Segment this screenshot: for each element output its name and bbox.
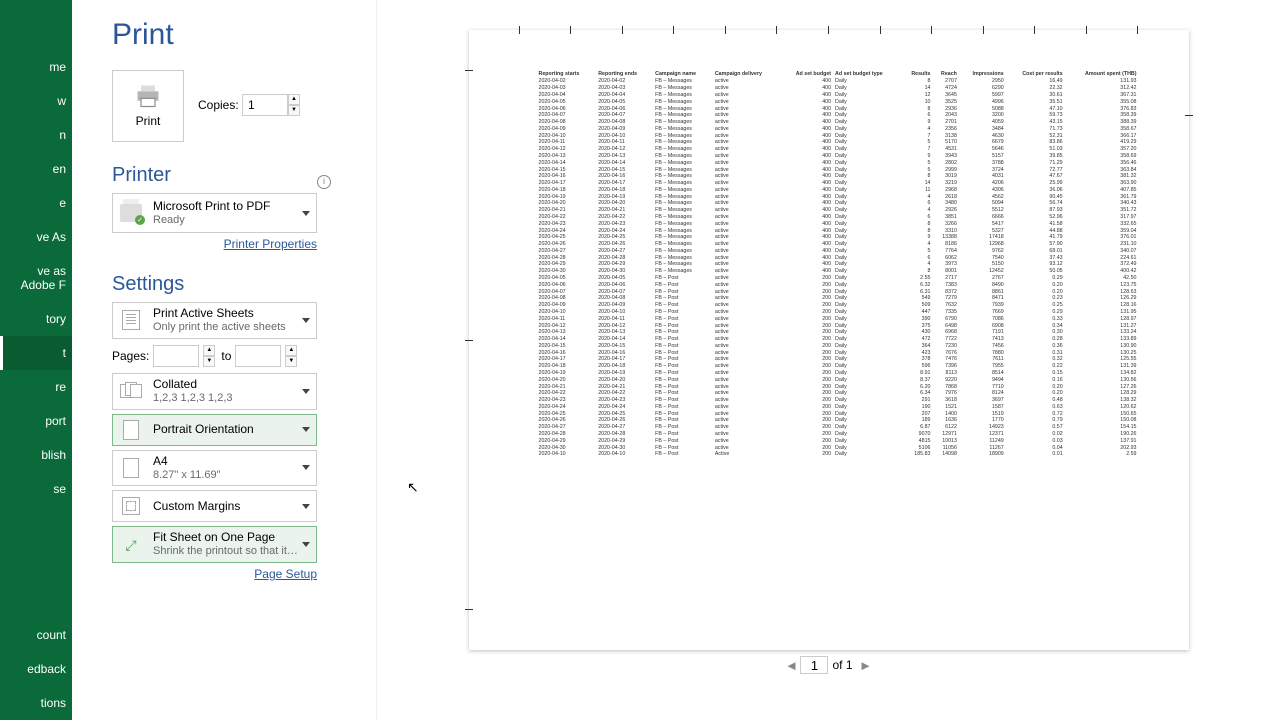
nav-item[interactable]: re xyxy=(0,370,72,404)
nav-item[interactable]: tions xyxy=(0,686,72,720)
print-what-sub: Only print the active sheets xyxy=(153,321,302,335)
print-button[interactable]: Print xyxy=(112,70,184,142)
collate-sub: 1,2,3 1,2,3 1,2,3 xyxy=(153,392,302,406)
copies-row: Copies: ▲▼ xyxy=(198,94,300,116)
orientation-title: Portrait Orientation xyxy=(153,422,302,437)
nav-item[interactable]: edback xyxy=(0,652,72,686)
pages-label: Pages: xyxy=(112,349,149,363)
copies-label: Copies: xyxy=(198,98,239,112)
ruler-right xyxy=(1185,115,1193,116)
print-sidebar: Print Print Copies: ▲▼ Printer i ✓ Micro… xyxy=(72,0,377,720)
printer-heading: Printer xyxy=(112,164,376,187)
nav-item[interactable]: en xyxy=(0,152,72,186)
printer-select[interactable]: ✓ Microsoft Print to PDFReady xyxy=(112,193,317,233)
chevron-down-icon xyxy=(302,389,310,394)
pages-row: Pages: ▲▼ to ▲▼ xyxy=(112,345,376,367)
chevron-down-icon xyxy=(302,211,310,216)
printer-status-icon: ✓ xyxy=(119,201,143,225)
up[interactable]: ▲ xyxy=(203,345,215,356)
nav-item[interactable]: t xyxy=(0,336,72,370)
fit-icon: ⤢ xyxy=(119,533,143,557)
orientation-select[interactable]: Portrait Orientation xyxy=(112,414,317,446)
margins-title: Custom Margins xyxy=(153,499,302,514)
chevron-down-icon xyxy=(302,542,310,547)
to-label: to xyxy=(221,349,231,363)
print-button-label: Print xyxy=(136,114,161,128)
printer-status: Ready xyxy=(153,214,302,228)
ruler-top xyxy=(519,26,1139,34)
info-icon[interactable]: i xyxy=(317,175,331,189)
fit-title: Fit Sheet on One Page xyxy=(153,530,302,545)
sheets-icon xyxy=(119,308,143,332)
nav-item[interactable]: blish xyxy=(0,438,72,472)
backstage-nav: mewneneve Asve as Adobe Ftorytreportblis… xyxy=(0,0,72,720)
pages-from-input[interactable] xyxy=(153,345,199,367)
margins-icon xyxy=(119,494,143,518)
settings-heading: Settings xyxy=(112,273,376,296)
chevron-down-icon xyxy=(302,427,310,432)
copies-down[interactable]: ▼ xyxy=(288,105,300,116)
down[interactable]: ▼ xyxy=(285,356,297,367)
scaling-select[interactable]: ⤢ Fit Sheet on One PageShrink the printo… xyxy=(112,526,317,563)
paper-title: A4 xyxy=(153,454,302,469)
print-what-title: Print Active Sheets xyxy=(153,306,302,321)
next-page-button[interactable]: ► xyxy=(857,656,875,674)
fit-sub: Shrink the printout so that it… xyxy=(153,545,302,559)
paper-sub: 8.27" x 11.69" xyxy=(153,469,302,483)
printer-icon xyxy=(134,84,162,108)
nav-item[interactable]: w xyxy=(0,84,72,118)
pager: ◄ of 1 ► xyxy=(782,656,874,674)
main: Print Print Copies: ▲▼ Printer i ✓ Micro… xyxy=(72,0,1280,720)
prev-page-button[interactable]: ◄ xyxy=(782,656,800,674)
print-what-select[interactable]: Print Active SheetsOnly print the active… xyxy=(112,302,317,339)
preview-area: Reporting startsReporting endsCampaign n… xyxy=(377,0,1280,720)
copies-up[interactable]: ▲ xyxy=(288,94,300,105)
printer-name: Microsoft Print to PDF xyxy=(153,199,302,214)
up[interactable]: ▲ xyxy=(285,345,297,356)
paper-select[interactable]: A48.27" x 11.69" xyxy=(112,450,317,487)
portrait-icon xyxy=(119,418,143,442)
chevron-down-icon xyxy=(302,318,310,323)
nav-item[interactable]: e xyxy=(0,186,72,220)
a4-icon xyxy=(119,456,143,480)
collate-title: Collated xyxy=(153,377,302,392)
chevron-down-icon xyxy=(302,504,310,509)
collate-icon xyxy=(119,379,143,403)
nav-item[interactable]: count xyxy=(0,618,72,652)
page-title: Print xyxy=(112,18,376,52)
margins-select[interactable]: Custom Margins xyxy=(112,490,317,522)
preview-table: Reporting startsReporting endsCampaign n… xyxy=(537,70,1139,458)
nav-item[interactable]: ve as Adobe F xyxy=(0,254,72,302)
page-setup-link[interactable]: Page Setup xyxy=(112,567,317,581)
nav-item[interactable]: port xyxy=(0,404,72,438)
nav-item[interactable]: tory xyxy=(0,302,72,336)
collate-select[interactable]: Collated1,2,3 1,2,3 1,2,3 xyxy=(112,373,317,410)
ruler-left xyxy=(465,70,473,610)
printer-properties-link[interactable]: Printer Properties xyxy=(112,237,317,251)
page-input[interactable] xyxy=(800,656,828,674)
page-preview: Reporting startsReporting endsCampaign n… xyxy=(469,30,1189,650)
nav-item[interactable]: se xyxy=(0,472,72,506)
down[interactable]: ▼ xyxy=(203,356,215,367)
pages-to-input[interactable] xyxy=(235,345,281,367)
chevron-down-icon xyxy=(302,465,310,470)
nav-item[interactable]: me xyxy=(0,50,72,84)
copies-input[interactable] xyxy=(242,94,288,116)
page-of: of 1 xyxy=(832,658,852,672)
nav-item[interactable]: n xyxy=(0,118,72,152)
nav-item[interactable]: ve As xyxy=(0,220,72,254)
